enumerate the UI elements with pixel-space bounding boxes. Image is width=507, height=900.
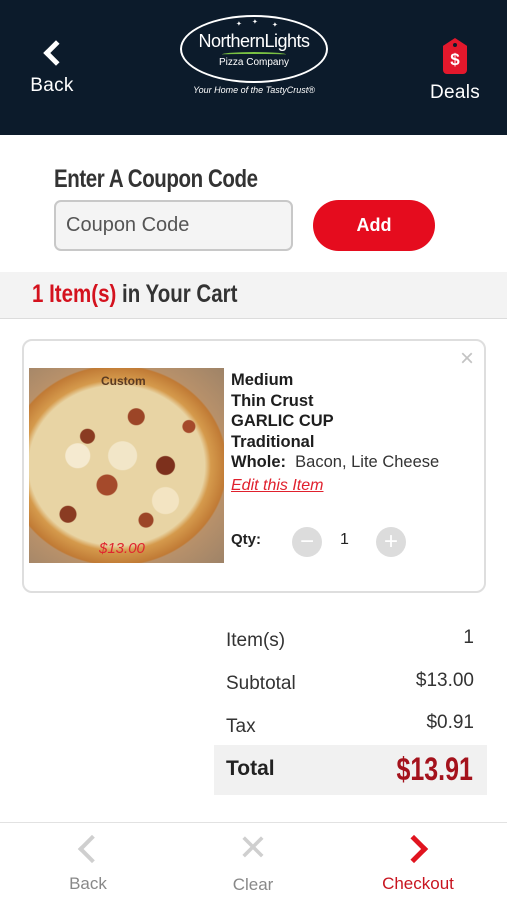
summary-total-value: $13.91 xyxy=(396,751,473,787)
summary-items-value: 1 xyxy=(463,627,474,648)
deals-label: Deals xyxy=(429,82,481,103)
edit-item-link[interactable]: Edit this Item xyxy=(231,477,323,495)
item-toppings: Whole: Bacon, Lite Cheese xyxy=(231,452,439,473)
logo-star-icon: ✦ xyxy=(272,22,278,29)
summary-tax-label: Tax xyxy=(226,716,256,737)
logo-name: NorthernLights xyxy=(198,31,310,51)
bottom-nav: Back ✕ Clear Checkout xyxy=(0,822,507,900)
item-cup: GARLIC CUP xyxy=(231,412,334,430)
header-back-button[interactable]: Back xyxy=(7,38,97,97)
cart-heading: 1 Item(s) in Your Cart xyxy=(32,280,237,309)
summary-tax-value: $0.91 xyxy=(426,712,474,733)
cart-item-card: × Custom $13.00 Medium Thin Crust GARLIC… xyxy=(22,339,486,593)
add-coupon-button[interactable]: Add xyxy=(313,200,435,251)
deals-button[interactable]: $ Deals xyxy=(410,38,500,104)
footer-back-label: Back xyxy=(69,874,107,893)
summary-items-label: Item(s) xyxy=(226,630,286,651)
coupon-code-input[interactable] xyxy=(54,200,293,251)
summary-total-row: Total $13.91 xyxy=(214,745,487,795)
item-size: Medium xyxy=(231,371,294,389)
pizza-image-price: $13.00 xyxy=(99,540,145,557)
cart-count-suffix: Item(s) xyxy=(49,280,117,308)
cart-heading-rest: in Your Cart xyxy=(116,280,238,308)
item-whole-value: Bacon, Lite Cheese xyxy=(295,453,440,471)
footer-clear-button[interactable]: ✕ Clear xyxy=(203,827,303,895)
minus-icon: − xyxy=(299,528,314,555)
logo-star-icon: ✦ xyxy=(236,21,242,28)
qty-value: 1 xyxy=(340,531,349,548)
pizza-image[interactable]: Custom $13.00 xyxy=(29,368,224,563)
item-sauce: Traditional xyxy=(231,432,315,451)
chevron-right-icon xyxy=(399,834,429,864)
summary-subtotal-value: $13.00 xyxy=(415,670,474,691)
logo-company: Pizza Company xyxy=(218,57,290,68)
footer-back-button[interactable]: Back xyxy=(38,833,138,894)
summary-total-label: Total xyxy=(226,757,275,780)
pizza-image-label: Custom xyxy=(101,374,146,388)
coupon-title: Enter A Coupon Code xyxy=(54,165,258,193)
qty-increase-button[interactable]: + xyxy=(376,527,406,557)
app-header: Back ✦ ✦ ✦ NorthernLights Pizza Company … xyxy=(0,0,507,135)
qty-label: Qty: xyxy=(231,531,261,548)
footer-checkout-button[interactable]: Checkout xyxy=(368,833,468,894)
footer-clear-label: Clear xyxy=(232,875,274,894)
logo-star-icon: ✦ xyxy=(252,19,258,26)
chevron-left-icon xyxy=(43,40,69,66)
footer-checkout-label: Checkout xyxy=(382,874,454,893)
logo-tagline: Your Home of the TastyCrust® xyxy=(193,85,315,95)
cart-count-bar: 1 Item(s) in Your Cart xyxy=(0,272,507,319)
close-icon: ✕ xyxy=(237,827,269,868)
item-crust: Thin Crust xyxy=(231,391,314,410)
brand-logo[interactable]: ✦ ✦ ✦ NorthernLights Pizza Company Your … xyxy=(180,15,328,99)
header-back-label: Back xyxy=(30,75,74,96)
qty-decrease-button[interactable]: − xyxy=(292,527,322,557)
item-whole-label: Whole: xyxy=(231,453,286,471)
remove-item-icon[interactable]: × xyxy=(460,347,474,371)
summary-subtotal-label: Subtotal xyxy=(226,673,296,694)
chevron-left-icon xyxy=(77,834,107,864)
cart-count: 1 xyxy=(32,280,44,308)
item-details: Medium Thin Crust GARLIC CUP Traditional… xyxy=(231,370,439,473)
plus-icon: + xyxy=(383,528,398,555)
price-tag-icon: $ xyxy=(443,38,467,74)
